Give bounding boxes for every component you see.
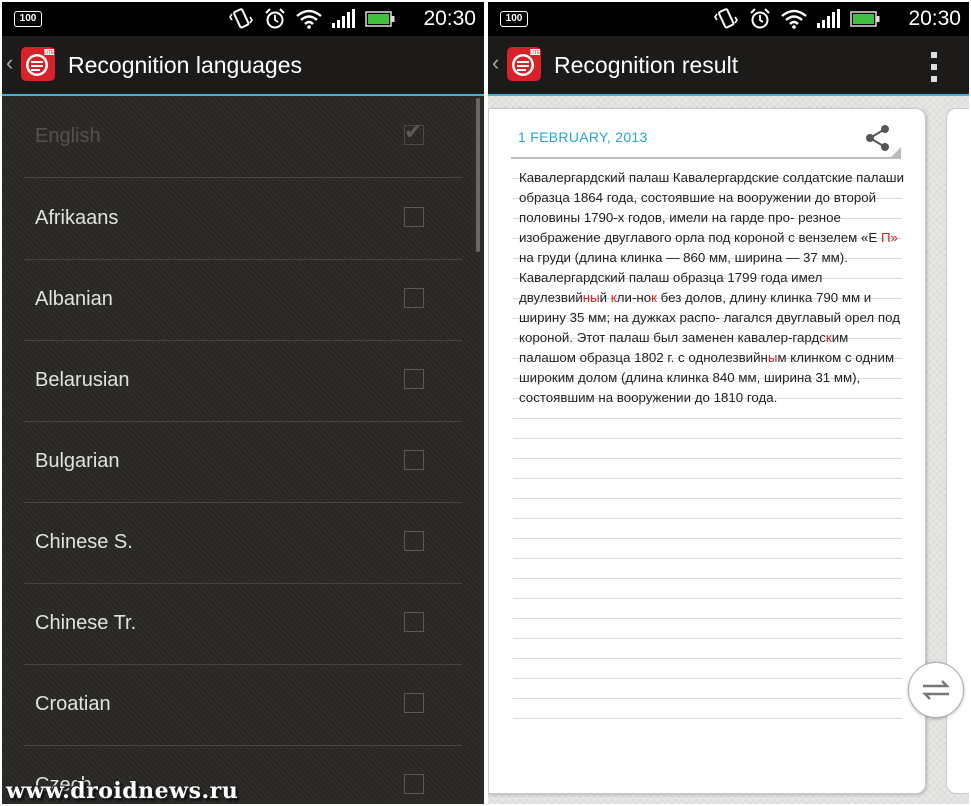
overflow-menu-icon[interactable] bbox=[931, 52, 939, 82]
list-scrollbar[interactable] bbox=[476, 98, 480, 252]
language-item-albanian[interactable]: Albanian bbox=[24, 259, 462, 341]
app-logo-icon[interactable]: LITE bbox=[20, 46, 56, 82]
wifi-icon bbox=[296, 7, 322, 31]
language-checkbox[interactable] bbox=[404, 774, 424, 794]
wifi-icon bbox=[781, 7, 807, 31]
language-item-english: English ✔ bbox=[24, 96, 462, 178]
text-segment: Кавалергардский палаш Кавалергардские со… bbox=[519, 170, 904, 245]
language-item-bulgarian[interactable]: Bulgarian bbox=[24, 421, 462, 503]
share-icon[interactable] bbox=[863, 123, 893, 153]
uncertain-chars: ны bbox=[582, 290, 600, 305]
action-bar: ‹ LITE Recognition result bbox=[488, 36, 969, 96]
language-label: Chinese Tr. bbox=[35, 612, 137, 634]
uncertain-chars: ы bbox=[767, 350, 778, 365]
recognition-result-screen: 100 20:30 ‹ LITE Recognition result 1 FE… bbox=[488, 2, 969, 804]
language-label: Albanian bbox=[35, 288, 113, 310]
battery-percent-badge: 100 bbox=[500, 11, 528, 27]
language-checkbox[interactable] bbox=[404, 207, 424, 227]
language-item-chinese-traditional[interactable]: Chinese Tr. bbox=[24, 583, 462, 665]
language-checkbox[interactable] bbox=[404, 612, 424, 632]
battery-icon bbox=[364, 7, 396, 31]
language-checkbox: ✔ bbox=[404, 120, 424, 145]
uncertain-chars: П» bbox=[880, 230, 898, 245]
svg-text:LITE: LITE bbox=[530, 50, 541, 56]
back-chevron-icon[interactable]: ‹ bbox=[492, 52, 499, 74]
action-bar: ‹ LITE Recognition languages bbox=[2, 36, 484, 96]
dropdown-corner-icon bbox=[891, 147, 901, 157]
battery-icon bbox=[849, 7, 881, 31]
alarm-icon bbox=[747, 7, 773, 31]
vibrate-icon bbox=[228, 7, 254, 31]
vibrate-icon bbox=[713, 7, 739, 31]
language-item-croatian[interactable]: Croatian bbox=[24, 664, 462, 746]
status-icons bbox=[228, 7, 396, 31]
language-label: Belarusian bbox=[35, 369, 130, 391]
clock: 20:30 bbox=[423, 7, 476, 30]
language-checkbox[interactable] bbox=[404, 450, 424, 470]
language-label: English bbox=[35, 125, 101, 147]
battery-percent-badge: 100 bbox=[14, 11, 42, 27]
screen-title: Recognition result bbox=[554, 52, 739, 78]
language-item-belarusian[interactable]: Belarusian bbox=[24, 340, 462, 422]
language-label: Chinese S. bbox=[35, 531, 133, 553]
language-item-chinese-simplified[interactable]: Chinese S. bbox=[24, 502, 462, 584]
language-checkbox[interactable] bbox=[404, 531, 424, 551]
swap-icon[interactable] bbox=[908, 662, 964, 718]
language-label: Bulgarian bbox=[35, 450, 120, 472]
language-checkbox[interactable] bbox=[404, 288, 424, 308]
clock: 20:30 bbox=[908, 7, 961, 30]
back-chevron-icon[interactable]: ‹ bbox=[6, 52, 13, 74]
screen-title: Recognition languages bbox=[68, 52, 303, 78]
signal-icon bbox=[815, 7, 841, 31]
recognized-text[interactable]: Кавалергардский палаш Кавалергардские со… bbox=[519, 168, 905, 408]
language-item-afrikaans[interactable]: Afrikaans bbox=[24, 178, 462, 260]
language-checkbox[interactable] bbox=[404, 369, 424, 389]
recognition-languages-screen: 100 20:30 ‹ LITE Recognition languages E… bbox=[2, 2, 484, 804]
status-icons bbox=[713, 7, 881, 31]
text-segment: ли-но bbox=[616, 290, 652, 305]
watermark: www.droidnews.ru bbox=[6, 778, 239, 804]
status-bar: 100 20:30 bbox=[2, 2, 484, 36]
language-label: Afrikaans bbox=[35, 207, 119, 229]
note-card: 1 FEBRUARY, 2013 Кавалергардский палаш К… bbox=[488, 108, 926, 794]
svg-text:LITE: LITE bbox=[44, 50, 55, 56]
text-segment: й bbox=[599, 290, 611, 305]
app-logo-icon[interactable]: LITE bbox=[506, 46, 542, 82]
language-checkbox[interactable] bbox=[404, 693, 424, 713]
status-bar: 100 20:30 bbox=[488, 2, 969, 36]
checkmark-icon: ✔ bbox=[404, 119, 423, 144]
language-list: English ✔ Afrikaans Albanian Belarusian … bbox=[2, 96, 484, 804]
note-date: 1 FEBRUARY, 2013 bbox=[518, 129, 648, 145]
signal-icon bbox=[330, 7, 356, 31]
alarm-icon bbox=[262, 7, 288, 31]
language-label: Croatian bbox=[35, 693, 111, 715]
